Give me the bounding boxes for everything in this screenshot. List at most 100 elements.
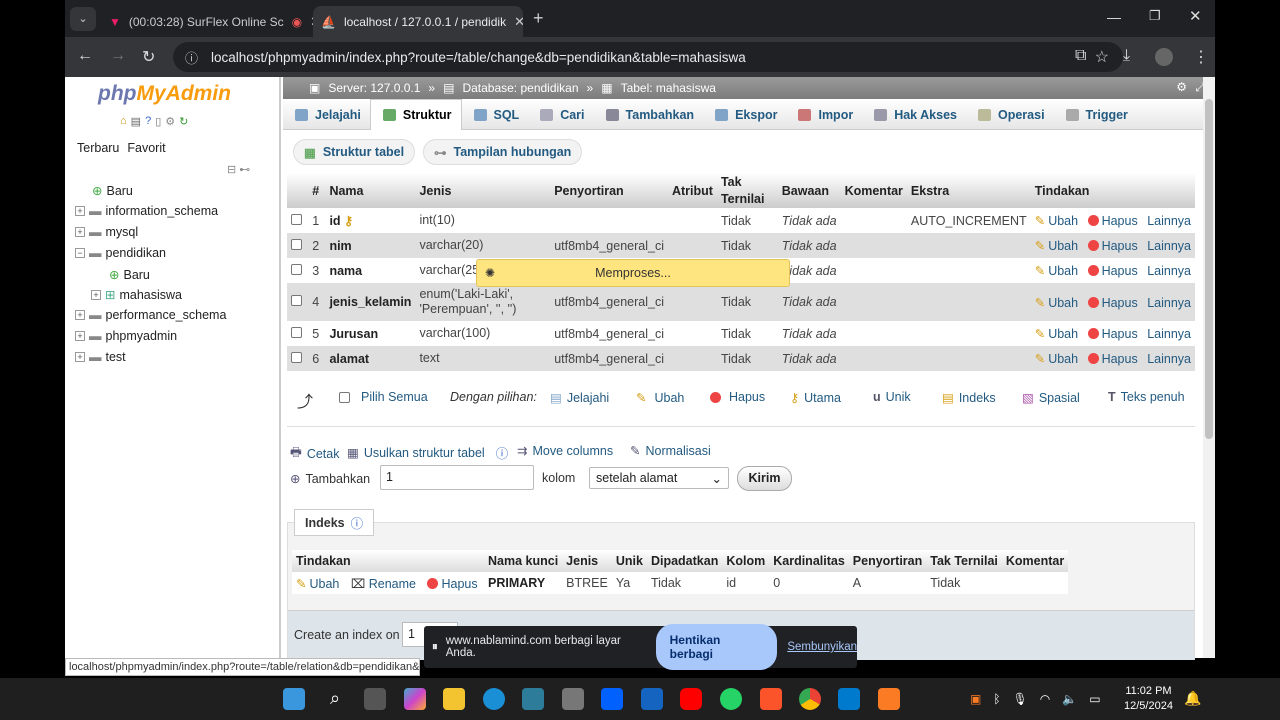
windows-start-icon[interactable]	[283, 688, 305, 710]
drop-action[interactable]: Hapus	[1087, 327, 1138, 341]
edit-action[interactable]: ✎ Ubah	[1035, 239, 1078, 253]
tab-ekspor[interactable]: Ekspor	[703, 99, 786, 130]
submit-button[interactable]: Kirim	[737, 466, 792, 491]
propose-structure-link[interactable]: ▦ Usulkan struktur tabel ⓘ	[347, 443, 508, 462]
drop-action[interactable]: Hapus	[1087, 352, 1138, 366]
file-explorer-icon[interactable]	[443, 688, 465, 710]
more-action[interactable]: Lainnya	[1147, 296, 1191, 310]
reload-icon[interactable]: ↻	[142, 47, 155, 67]
row-checkbox[interactable]	[291, 326, 302, 338]
help-icon[interactable]: ⓘ	[351, 513, 364, 532]
row-checkbox[interactable]	[291, 295, 302, 306]
volume-icon[interactable]: 🔈	[1062, 692, 1077, 706]
dropbox-icon[interactable]	[601, 688, 623, 710]
bulk-unique[interactable]: u Unik	[873, 390, 911, 404]
vscode-icon[interactable]	[838, 688, 860, 710]
drop-action[interactable]: Hapus	[1087, 239, 1138, 253]
row-checkbox[interactable]	[291, 238, 302, 250]
pma-logo[interactable]: phpMyAdmin	[98, 82, 231, 106]
col-header[interactable]: Nama	[325, 173, 416, 208]
page-scrollbar[interactable]	[1203, 77, 1215, 658]
index-rename[interactable]: ⌧ Rename	[351, 577, 416, 591]
print-link[interactable]: 🖶 Cetak	[290, 443, 339, 464]
tree-db-performance-schema[interactable]: + ▬ performance_schema	[75, 308, 226, 322]
col-header[interactable]: Jenis	[415, 173, 551, 208]
clock[interactable]: 11:02 PM 12/5/2024	[1124, 684, 1173, 714]
col-header[interactable]: Komentar	[840, 173, 907, 208]
bulk-edit[interactable]: ✎ Ubah	[636, 390, 684, 406]
edge-icon[interactable]	[483, 688, 505, 710]
close-tab-icon[interactable]: ✕	[514, 14, 523, 30]
drop-action[interactable]: Hapus	[1087, 296, 1138, 310]
col-header[interactable]: Ekstra	[906, 173, 1031, 208]
settings-icon[interactable]: ⚙	[165, 115, 175, 128]
select-all[interactable]: Pilih Semua	[339, 390, 428, 404]
expand-icon[interactable]: +	[75, 331, 85, 341]
battery-icon[interactable]: ▭	[1089, 692, 1100, 706]
bulk-spatial[interactable]: ▧ Spasial	[1022, 390, 1080, 406]
edit-action[interactable]: ✎ Ubah	[1035, 214, 1078, 228]
docs-icon[interactable]: ▯	[155, 115, 161, 128]
wifi-icon[interactable]: ◠	[1040, 692, 1050, 706]
whatsapp-icon[interactable]	[720, 688, 742, 710]
add-column-count-input[interactable]: 1	[380, 465, 534, 490]
download-icon[interactable]: ⤓	[1123, 47, 1130, 65]
search-icon[interactable]: ⌕	[324, 688, 346, 710]
tab-operasi[interactable]: Operasi	[966, 99, 1054, 130]
tree-db-mysql[interactable]: + ▬ mysql	[75, 225, 138, 239]
breadcrumb-database[interactable]: Database: pendidikan	[462, 81, 578, 95]
col-header[interactable]: Tak Ternilai	[716, 173, 778, 208]
expand-icon[interactable]: +	[75, 206, 85, 216]
row-checkbox[interactable]	[291, 213, 302, 225]
scrollbar-thumb[interactable]	[1205, 99, 1213, 439]
stop-sharing-button[interactable]: Hentikan berbagi	[655, 624, 778, 670]
tab-trigger[interactable]: Trigger	[1054, 99, 1137, 130]
subtab-relation-view[interactable]: ⊶ Tampilan hubungan	[423, 139, 583, 165]
more-action[interactable]: Lainnya	[1147, 264, 1191, 278]
back-icon[interactable]: ←	[77, 47, 93, 65]
tree-new-table[interactable]: ⊕ Baru	[109, 267, 150, 283]
row-checkbox[interactable]	[291, 263, 302, 275]
forward-icon[interactable]: →	[110, 47, 126, 65]
expand-icon[interactable]: +	[75, 310, 85, 320]
more-action[interactable]: Lainnya	[1147, 214, 1191, 228]
drop-action[interactable]: Hapus	[1087, 264, 1138, 278]
col-header[interactable]: Penyortiran	[550, 173, 668, 208]
breadcrumb-server[interactable]: Server: 127.0.0.1	[328, 81, 420, 95]
col-header[interactable]: Atribut	[667, 173, 717, 208]
brave-icon[interactable]	[760, 688, 782, 710]
help-icon[interactable]: ?	[145, 115, 151, 128]
xampp-icon[interactable]	[878, 688, 900, 710]
subtab-table-structure[interactable]: ▦ Struktur tabel	[293, 139, 416, 165]
bulk-index[interactable]: ▤ Indeks	[942, 390, 996, 406]
tree-db-test[interactable]: + ▬ test	[75, 350, 126, 364]
recent-tab[interactable]: Terbaru	[77, 141, 119, 155]
tree-new-db[interactable]: ⊕ Baru	[92, 183, 133, 199]
tab-jelajahi[interactable]: Jelajahi	[283, 99, 370, 130]
move-columns-link[interactable]: ⇉ Move columns	[517, 443, 613, 459]
column-position-select[interactable]: setelah alamat ⌄	[589, 467, 729, 489]
favorite-tab[interactable]: Favorit	[127, 141, 165, 155]
browser-tab-phpmyadmin[interactable]: ⛵ localhost / 127.0.0.1 / pendidik ✕	[313, 6, 523, 37]
expand-icon[interactable]: +	[91, 289, 101, 300]
tab-tambahkan[interactable]: Tambahkan	[594, 99, 704, 130]
menu-icon[interactable]: ⋮	[1193, 47, 1209, 67]
reload-nav-icon[interactable]: ↻	[179, 115, 188, 128]
gear-icon[interactable]: ⚙	[1176, 80, 1187, 94]
bookmark-star-icon[interactable]: ☆	[1095, 47, 1109, 67]
url-field[interactable]: ⓘ localhost/phpmyadmin/index.php?route=/…	[173, 42, 1123, 72]
notification-bell-icon[interactable]: 🔔	[1184, 690, 1201, 707]
help-icon[interactable]: ⓘ	[496, 443, 509, 462]
bulk-browse[interactable]: ▤ Jelajahi	[550, 390, 609, 406]
edit-action[interactable]: ✎ Ubah	[1035, 296, 1078, 310]
hide-button[interactable]: Sembunyikan	[787, 641, 857, 653]
tab-impor[interactable]: Impor	[786, 99, 862, 130]
drop-action[interactable]: Hapus	[1087, 214, 1138, 228]
tree-table-mahasiswa[interactable]: + ⊞ mahasiswa	[91, 287, 182, 302]
more-action[interactable]: Lainnya	[1147, 352, 1191, 366]
breadcrumb-table[interactable]: Tabel: mahasiswa	[621, 81, 716, 95]
profile-avatar[interactable]	[1155, 48, 1173, 66]
collapse-all-icon[interactable]: ⊟ ⊷	[227, 163, 250, 176]
camera-icon[interactable]	[562, 688, 584, 710]
tab-struktur[interactable]: Struktur	[369, 99, 462, 130]
